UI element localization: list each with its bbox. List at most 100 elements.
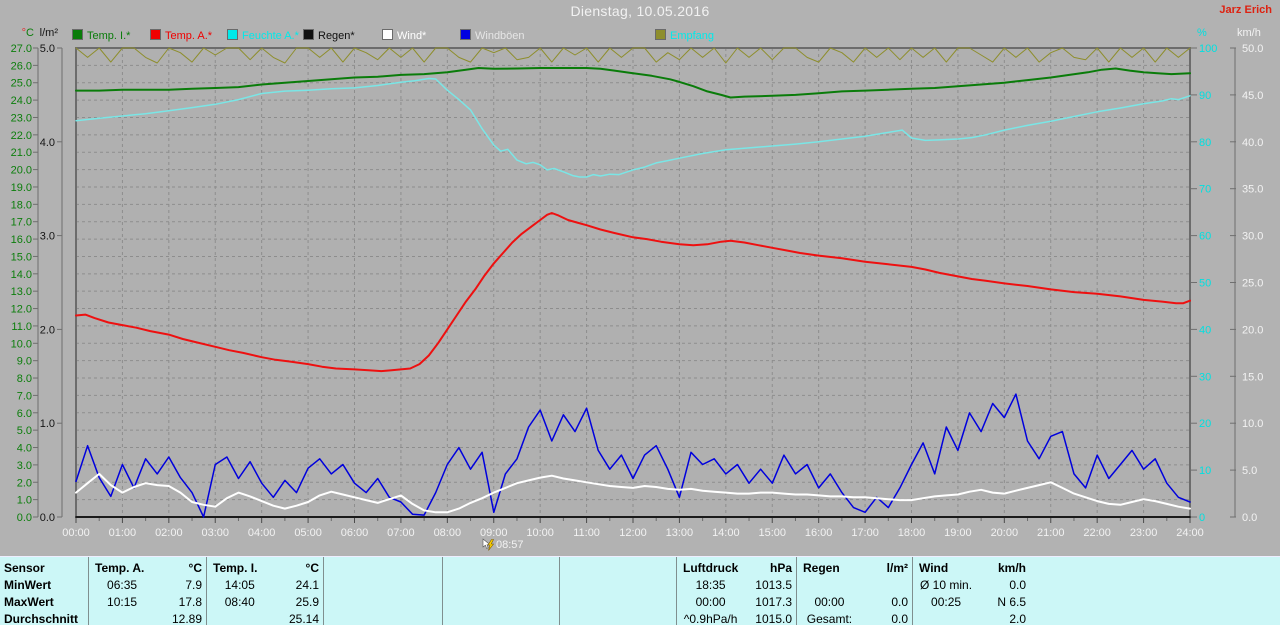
stat-value: 1013.5: [755, 578, 792, 592]
wind-tick-label: 45.0: [1242, 90, 1263, 102]
sensor-name: Temp. I.: [213, 561, 258, 575]
hour-label: 18:00: [898, 527, 926, 539]
hour-label: 06:00: [341, 527, 369, 539]
stat-time: 00:25: [931, 595, 962, 609]
table-sensor-group: [559, 557, 677, 625]
table-row-labels: Sensor MinWert MaxWert Durchschnitt: [4, 557, 88, 625]
temp-tick-label: 23.0: [11, 112, 32, 124]
sensor-name: Luftdruck: [683, 561, 739, 575]
hour-label: 23:00: [1130, 527, 1158, 539]
table-value-row: [797, 577, 913, 593]
rain-tick-label: 4.0: [40, 137, 55, 149]
stat-value: 17.8: [178, 595, 202, 609]
table-value-row: 00:00 1017.3: [677, 594, 797, 610]
temp-tick-label: 19.0: [11, 182, 32, 194]
humidity-tick-label: 100: [1199, 43, 1217, 55]
hour-label: 04:00: [248, 527, 276, 539]
hour-label: 20:00: [991, 527, 1019, 539]
table-row-label: Durchschnitt: [4, 612, 79, 625]
table-value-row: 08:40 25.9: [207, 594, 324, 610]
temp-tick-label: 8.0: [17, 373, 32, 385]
table-sensor-group: Temp. I. °C 14:05 24.1 08:40 25.9 25.14: [206, 557, 324, 625]
stat-value: 2.0: [1009, 612, 1026, 625]
hour-label: 22:00: [1083, 527, 1111, 539]
humidity-tick-label: 90: [1199, 90, 1211, 102]
hour-label: 08:00: [434, 527, 462, 539]
hour-label: 03:00: [201, 527, 229, 539]
rain-tick-label: 3.0: [40, 231, 55, 243]
stat-value: 25.14: [288, 612, 319, 625]
temp-tick-label: 25.0: [11, 78, 32, 90]
table-value-row: [324, 594, 443, 610]
stat-value: 0.0: [891, 612, 908, 625]
table-value-row: 14:05 24.1: [207, 577, 324, 593]
stat-value: 1017.3: [755, 595, 792, 609]
weather-graph-window: Dienstag, 10.05.2016 Jarz Erich Temp. I.…: [0, 0, 1280, 625]
table-sensor-group: [442, 557, 560, 625]
wind-tick-label: 0.0: [1242, 512, 1257, 524]
table-value-row: [443, 594, 560, 610]
table-group-header: Wind km/h: [913, 560, 1031, 576]
temp-tick-label: 10.0: [11, 338, 32, 350]
sensor-unit: km/h: [997, 561, 1026, 575]
hour-label: 10:00: [526, 527, 554, 539]
hour-label: 12:00: [619, 527, 647, 539]
temp-tick-label: 2.0: [17, 477, 32, 489]
hour-label: 21:00: [1037, 527, 1065, 539]
stat-time: ^0.9hPa/h: [683, 612, 738, 625]
temp-tick-label: 26.0: [11, 60, 32, 72]
temp-tick-label: 24.0: [11, 95, 32, 107]
temp-tick-label: 12.0: [11, 304, 32, 316]
temp-tick-label: 5.0: [17, 425, 32, 437]
stat-time: 10:15: [107, 595, 138, 609]
sensor-name: Temp. A.: [95, 561, 145, 575]
table-sensor-group: Luftdruck hPa 18:35 1013.5 00:00 1017.3 ^0.9hP…: [676, 557, 797, 625]
temp-tick-label: 15.0: [11, 251, 32, 263]
wind-tick-label: 35.0: [1242, 184, 1263, 196]
table-group-header: Luftdruck hPa: [677, 560, 797, 576]
humidity-tick-label: 70: [1199, 184, 1211, 196]
stat-value: N 6.5: [997, 595, 1026, 609]
temp-tick-label: 6.0: [17, 408, 32, 420]
table-row-label: Sensor: [4, 561, 45, 575]
hour-label: 01:00: [109, 527, 137, 539]
table-value-row: [560, 577, 677, 593]
temp-tick-label: 4.0: [17, 443, 32, 455]
humidity-tick-label: 80: [1199, 137, 1211, 149]
humidity-tick-label: 20: [1199, 418, 1211, 430]
hour-label: 07:00: [387, 527, 415, 539]
temp-tick-label: 3.0: [17, 460, 32, 472]
table-value-row: [443, 611, 560, 625]
table-value-row: [560, 594, 677, 610]
humidity-tick-label: 60: [1199, 231, 1211, 243]
table-value-row: 00:00 0.0: [797, 594, 913, 610]
temp-tick-label: 17.0: [11, 217, 32, 229]
table-group-header: [560, 560, 677, 576]
temp-tick-label: 27.0: [11, 43, 32, 55]
wind-tick-label: 40.0: [1242, 137, 1263, 149]
stat-time: 08:40: [224, 595, 255, 609]
temp-tick-label: 16.0: [11, 234, 32, 246]
temp-tick-label: 1.0: [17, 495, 32, 507]
hour-label: 16:00: [805, 527, 833, 539]
temp-tick-label: 11.0: [11, 321, 32, 333]
weather-chart-plot[interactable]: 0.0 1.0 2.0 3.0 4.0 5.0 6.0 7.0 8.0 9.0 10.0 11.0 12…: [0, 0, 1280, 556]
hour-label: 13:00: [666, 527, 694, 539]
stat-time: 14:05: [224, 578, 255, 592]
wind-tick-label: 25.0: [1242, 278, 1263, 290]
table-group-header: Temp. I. °C: [207, 560, 324, 576]
hour-label: 11:00: [573, 527, 600, 539]
rain-tick-label: 2.0: [40, 324, 55, 336]
stat-value: 1015.0: [755, 612, 792, 625]
sensor-unit: hPa: [769, 561, 792, 575]
table-value-row: Ø 10 min. 0.0: [913, 577, 1031, 593]
rain-tick-label: 0.0: [40, 512, 55, 524]
stat-time: Ø 10 min.: [920, 578, 973, 592]
sensor-unit: °C: [188, 561, 202, 575]
temp-tick-label: 13.0: [11, 286, 32, 298]
rain-tick-label: 1.0: [40, 418, 55, 430]
humidity-tick-label: 30: [1199, 371, 1211, 383]
hour-label: 05:00: [294, 527, 322, 539]
rain-tick-label: 5.0: [40, 43, 55, 55]
table-sensor-group: Wind km/h Ø 10 min. 0.0 00:25 N 6.5 2.0: [912, 557, 1031, 625]
